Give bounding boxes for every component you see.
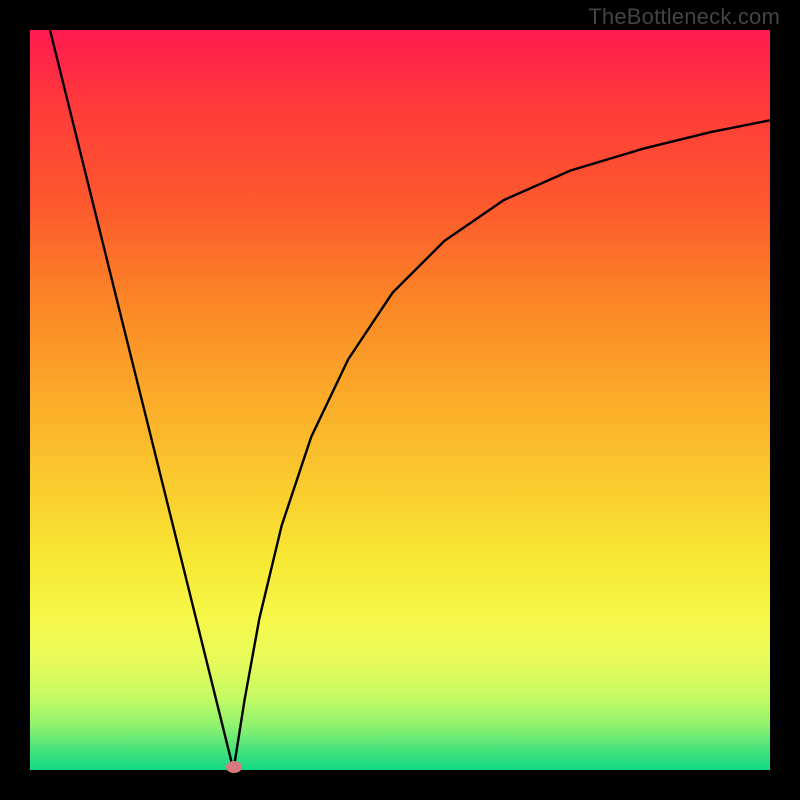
- curve-right-branch: [234, 120, 771, 770]
- watermark-text: TheBottleneck.com: [588, 4, 780, 30]
- bottleneck-curve: [30, 30, 770, 770]
- curve-left-branch: [50, 30, 234, 770]
- plot-area: [30, 30, 770, 770]
- dip-marker: [226, 761, 242, 773]
- chart-frame: TheBottleneck.com: [0, 0, 800, 800]
